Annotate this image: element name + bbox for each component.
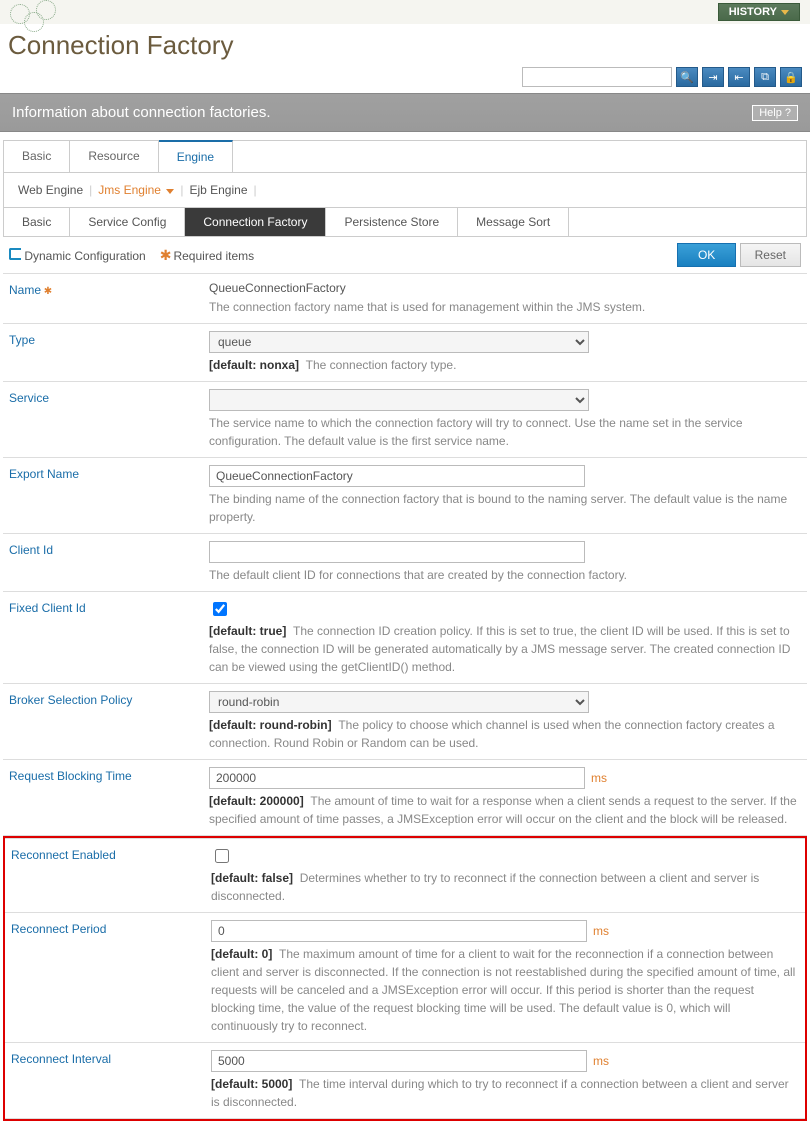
unit-ms: ms [591,771,607,785]
label-reconnect-interval: Reconnect Interval [11,1050,211,1111]
reset-button[interactable]: Reset [740,243,801,267]
ok-button[interactable]: OK [677,243,736,267]
tab3-persistence-store[interactable]: Persistence Store [326,208,458,236]
info-text: Information about connection factories. [12,104,271,121]
row-reconnect-period: Reconnect Period ms [default: 0] The max… [5,912,805,1042]
import-icon[interactable]: ⇥ [702,67,724,87]
form: Name QueueConnectionFactory The connecti… [3,273,807,836]
required-icon: ✱ [160,247,172,263]
tab3-service-config[interactable]: Service Config [70,208,185,236]
highlighted-section: Reconnect Enabled [default: false] Deter… [3,836,807,1121]
label-service: Service [9,389,209,450]
label-broker-policy: Broker Selection Policy [9,691,209,752]
subtabs: Web Engine | Jms Engine | Ejb Engine | [3,173,807,207]
row-client-id: Client Id The default client ID for conn… [3,533,807,591]
search-input[interactable] [522,67,672,87]
dynamic-config-legend: Dynamic Configuration [9,248,146,263]
toolbar: 🔍 ⇥ ⇤ ⧉ 🔒 [0,65,810,93]
input-reconnect-period[interactable] [211,920,587,942]
label-reconnect-enabled: Reconnect Enabled [11,846,211,905]
info-bar: Information about connection factories. … [0,93,810,132]
label-export-name: Export Name [9,465,209,526]
input-export-name[interactable] [209,465,585,487]
unit-ms: ms [593,1054,609,1068]
lock-icon[interactable]: 🔒 [780,67,802,87]
tab-basic[interactable]: Basic [4,141,70,172]
select-service[interactable] [209,389,589,411]
unit-ms: ms [593,924,609,938]
tab3-message-sort[interactable]: Message Sort [458,208,569,236]
label-client-id: Client Id [9,541,209,584]
row-fixed-client-id: Fixed Client Id [default: true] The conn… [3,591,807,683]
topbar: HISTORY [0,0,810,24]
row-type: Type queue [default: nonxa] The connecti… [3,323,807,381]
label-reconnect-period: Reconnect Period [11,920,211,1035]
value-name: QueueConnectionFactory [209,281,801,295]
row-request-blocking-time: Request Blocking Time ms [default: 20000… [3,759,807,836]
export-xml-icon[interactable]: ⇤ [728,67,750,87]
row-service: Service The service name to which the co… [3,381,807,457]
row-broker-policy: Broker Selection Policy round-robin [def… [3,683,807,759]
checkbox-reconnect-enabled[interactable] [215,849,229,863]
xml-icon[interactable]: ⧉ [754,67,776,87]
chevron-down-icon [781,10,789,15]
input-request-blocking-time[interactable] [209,767,585,789]
required-legend: ✱Required items [160,247,254,264]
page-title: Connection Factory [8,30,810,61]
label-name: Name [9,281,209,316]
label-fixed-client-id: Fixed Client Id [9,599,209,676]
select-broker-policy[interactable]: round-robin [209,691,589,713]
help-button[interactable]: Help ? [752,105,798,121]
subtab-web-engine[interactable]: Web Engine [18,183,83,197]
row-export-name: Export Name The binding name of the conn… [3,457,807,533]
input-client-id[interactable] [209,541,585,563]
row-reconnect-interval: Reconnect Interval ms [default: 5000] Th… [5,1042,805,1119]
tab3-connection-factory[interactable]: Connection Factory [185,208,326,236]
row-reconnect-enabled: Reconnect Enabled [default: false] Deter… [5,838,805,912]
input-reconnect-interval[interactable] [211,1050,587,1072]
tab3-basic[interactable]: Basic [4,208,70,236]
subtab-jms-engine[interactable]: Jms Engine [98,183,174,197]
desc-name: The connection factory name that is used… [209,298,801,316]
legend-row: Dynamic Configuration ✱Required items OK… [3,237,807,273]
history-label: HISTORY [729,6,777,18]
tabs-level3: Basic Service Config Connection Factory … [3,207,807,237]
checkbox-fixed-client-id[interactable] [213,602,227,616]
tab-engine[interactable]: Engine [159,140,233,172]
tabs-level1: Basic Resource Engine [3,140,807,173]
search-icon[interactable]: 🔍 [676,67,698,87]
select-type[interactable]: queue [209,331,589,353]
tab-resource[interactable]: Resource [70,141,158,172]
history-button[interactable]: HISTORY [718,3,800,21]
dynamic-icon [9,248,21,260]
row-name: Name QueueConnectionFactory The connecti… [3,273,807,323]
chevron-down-icon [166,189,174,194]
label-type: Type [9,331,209,374]
subtab-ejb-engine[interactable]: Ejb Engine [189,183,247,197]
label-request-blocking-time: Request Blocking Time [9,767,209,828]
